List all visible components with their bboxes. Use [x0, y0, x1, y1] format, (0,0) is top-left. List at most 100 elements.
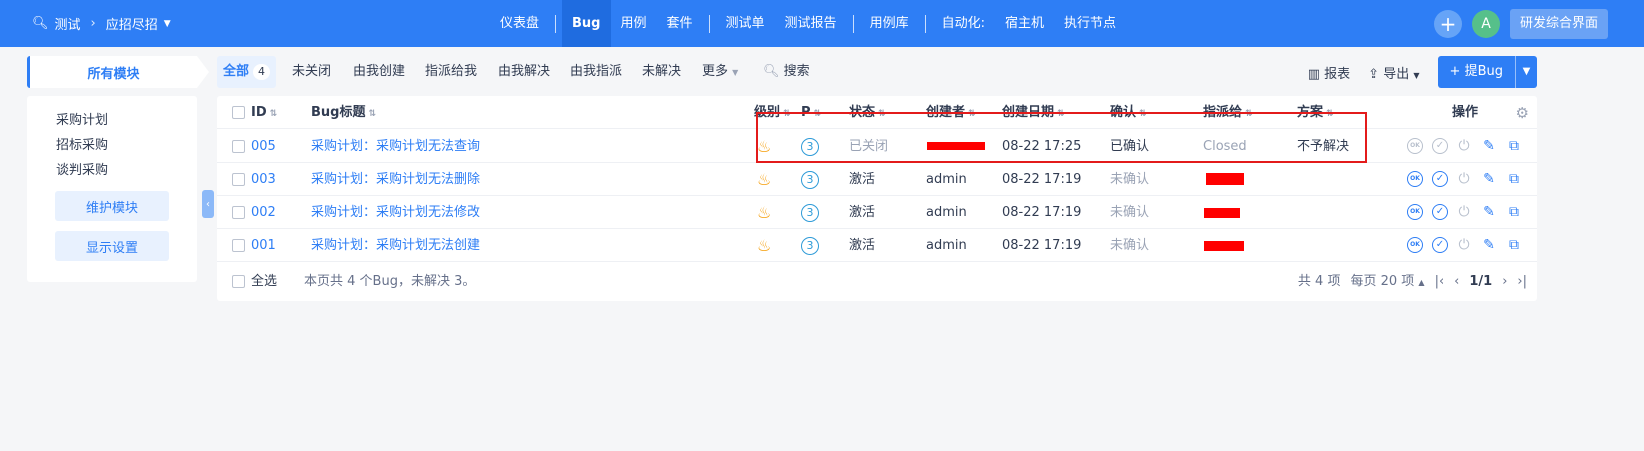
avatar[interactable]: A: [1471, 9, 1500, 38]
filter-assigned-to-me[interactable]: 指派给我: [425, 56, 477, 88]
filter-resolved-by-me[interactable]: 由我解决: [498, 56, 550, 88]
next-page-icon[interactable]: ›: [1502, 264, 1507, 300]
product-name[interactable]: 测试: [55, 14, 81, 33]
row-checkbox[interactable]: [232, 173, 245, 186]
bar-chart-icon: ▥: [1307, 66, 1321, 82]
project-switcher[interactable]: 应招尽招: [106, 14, 158, 33]
filter-unclosed[interactable]: 未关闭: [292, 56, 331, 88]
bug-title-link[interactable]: 采购计划：采购计划无法查询: [311, 130, 480, 163]
bug-title-link[interactable]: 采购计划：采购计划无法创建: [311, 229, 480, 262]
nav-dashboard[interactable]: 仪表盘: [490, 0, 549, 47]
status-text: 激活: [849, 205, 876, 220]
nav-testtask[interactable]: 测试单: [716, 0, 775, 47]
all-modules-tab[interactable]: 所有模块: [27, 56, 209, 88]
resolve-check-icon[interactable]: ✓: [1432, 138, 1448, 154]
confirm-ok-icon[interactable]: OK: [1407, 171, 1423, 187]
power-icon[interactable]: ⏻: [1456, 237, 1472, 253]
power-icon[interactable]: ⏻: [1456, 138, 1472, 154]
nav-divider: [708, 14, 710, 33]
module-tree: 采购计划 招标采购 谈判采购 维护模块 显示设置: [27, 96, 197, 282]
col-title-label: Bug标题: [311, 105, 366, 120]
chevron-down-icon: ▼: [732, 68, 739, 77]
create-bug-button[interactable]: + 提Bug: [1437, 56, 1515, 88]
module-item[interactable]: 招标采购: [56, 134, 108, 153]
nav-divider: [852, 14, 854, 33]
gear-icon[interactable]: ⚙: [1516, 104, 1529, 122]
filter-assigned-by-me[interactable]: 由我指派: [570, 56, 622, 88]
report-button[interactable]: ▥ 报表: [1308, 63, 1350, 82]
search-icon[interactable]: 🔍︎: [32, 16, 49, 31]
select-all-checkbox[interactable]: [232, 275, 245, 288]
col-title[interactable]: Bug标题 ⇅: [311, 96, 376, 129]
edit-icon[interactable]: ✎: [1481, 204, 1497, 220]
creator-name: admin: [926, 205, 967, 220]
resolve-check-icon[interactable]: ✓: [1432, 204, 1448, 220]
priority-badge: 3: [801, 163, 819, 196]
nav-caselib[interactable]: 用例库: [860, 0, 919, 47]
row-checkbox[interactable]: [232, 206, 245, 219]
col-id[interactable]: ID ⇅: [251, 96, 277, 129]
module-item[interactable]: 谈判采购: [56, 159, 108, 178]
edit-icon[interactable]: ✎: [1481, 138, 1497, 154]
filter-unresolved[interactable]: 未解决: [642, 56, 681, 88]
row-checkbox[interactable]: [232, 140, 245, 153]
prev-page-icon[interactable]: ‹: [1454, 264, 1459, 300]
page-size-select[interactable]: 每页 20 项 ▲: [1350, 264, 1424, 300]
copy-icon[interactable]: ⧉: [1506, 237, 1522, 253]
power-icon[interactable]: ⏻: [1456, 204, 1472, 220]
display-settings-button[interactable]: 显示设置: [55, 231, 169, 261]
resolve-check-icon[interactable]: ✓: [1432, 171, 1448, 187]
first-page-icon[interactable]: |‹: [1435, 264, 1445, 300]
redaction-mark: [1204, 208, 1240, 218]
row-checkbox[interactable]: [232, 239, 245, 252]
module-item[interactable]: 采购计划: [56, 109, 108, 128]
maintain-module-button[interactable]: 维护模块: [55, 191, 169, 221]
power-icon[interactable]: ⏻: [1456, 171, 1472, 187]
confirm-ok-icon[interactable]: OK: [1407, 204, 1423, 220]
export-button[interactable]: ⇪ 导出 ▼: [1368, 63, 1419, 82]
create-bug-dropdown-toggle[interactable]: ▼: [1515, 56, 1537, 88]
filter-more[interactable]: 更多 ▼: [702, 56, 738, 88]
bug-id[interactable]: 003: [251, 163, 276, 196]
confirm-ok-icon[interactable]: OK: [1407, 138, 1423, 154]
bug-id[interactable]: 001: [251, 229, 276, 262]
bug-title-link[interactable]: 采购计划：采购计划无法修改: [311, 196, 480, 229]
nav-testreport[interactable]: 测试报告: [775, 0, 847, 47]
table-row: 002 采购计划：采购计划无法修改 ♨ 3 激活 admin 08-22 17:…: [217, 196, 1537, 229]
copy-icon[interactable]: ⧉: [1506, 138, 1522, 154]
nav-automation[interactable]: 自动化:: [932, 0, 995, 47]
workspace-switch-button[interactable]: 研发综合界面: [1509, 8, 1608, 39]
priority-value: 3: [801, 170, 819, 189]
edit-icon[interactable]: ✎: [1481, 237, 1497, 253]
edit-icon[interactable]: ✎: [1481, 171, 1497, 187]
nav-suite[interactable]: 套件: [657, 0, 703, 47]
copy-icon[interactable]: ⧉: [1506, 204, 1522, 220]
nav-exec-node[interactable]: 执行节点: [1054, 0, 1126, 47]
top-navbar: 🔍︎ 测试 › 应招尽招 ▼ 仪表盘 Bug 用例 套件 测试单 测试报告 用例…: [0, 0, 1644, 47]
last-page-icon[interactable]: ›|: [1517, 264, 1527, 300]
nav-case[interactable]: 用例: [611, 0, 657, 47]
search-toggle[interactable]: 🔍︎ 搜索: [763, 56, 810, 88]
copy-icon[interactable]: ⧉: [1506, 171, 1522, 187]
confirm-ok-icon[interactable]: OK: [1407, 237, 1423, 253]
nav-host[interactable]: 宿主机: [995, 0, 1054, 47]
select-all-label[interactable]: 全选: [251, 264, 277, 300]
nav-bug[interactable]: Bug: [562, 0, 611, 47]
resolve-check-icon[interactable]: ✓: [1432, 237, 1448, 253]
quick-add-button[interactable]: +: [1433, 9, 1462, 38]
bug-id[interactable]: 002: [251, 196, 276, 229]
search-label: 搜索: [783, 64, 810, 79]
bug-id[interactable]: 005: [251, 130, 276, 163]
nav-divider: [555, 14, 557, 33]
filter-created-by-me[interactable]: 由我创建: [353, 56, 405, 88]
search-icon: 🔍︎: [763, 64, 780, 79]
chevron-down-icon[interactable]: ▼: [164, 19, 171, 29]
main-nav: 仪表盘 Bug 用例 套件 测试单 测试报告 用例库 自动化: 宿主机 执行节点: [490, 0, 1126, 47]
sidebar-collapse-handle[interactable]: ‹: [202, 190, 214, 218]
severity-flame-icon: ♨: [757, 203, 772, 222]
export-icon: ⇪: [1368, 66, 1380, 82]
filter-all[interactable]: 全部 4: [217, 56, 277, 88]
bug-title-link[interactable]: 采购计划：采购计划无法删除: [311, 163, 480, 196]
status-text: 激活: [849, 172, 876, 187]
select-all-header-checkbox[interactable]: [232, 106, 245, 119]
